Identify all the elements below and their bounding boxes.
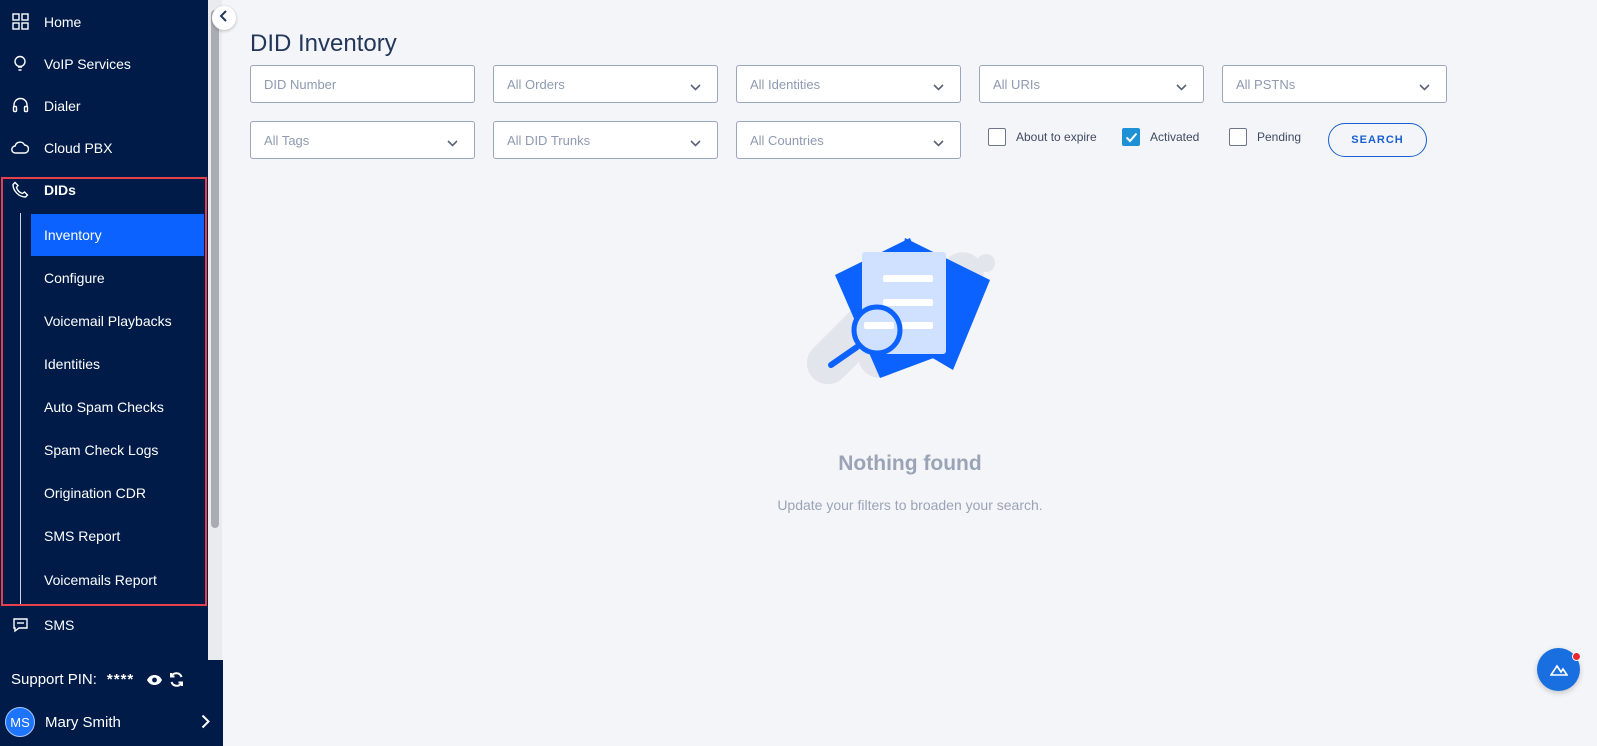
checkbox-box[interactable] bbox=[1229, 128, 1247, 146]
checkbox-box[interactable] bbox=[988, 128, 1006, 146]
chevron-down-icon bbox=[933, 79, 944, 94]
nav-item-dialer[interactable]: Dialer bbox=[0, 84, 208, 127]
chevron-down-icon bbox=[690, 135, 701, 150]
bulb-icon bbox=[11, 55, 29, 73]
did-number-field[interactable] bbox=[250, 65, 475, 103]
checkbox-label: Pending bbox=[1257, 130, 1302, 144]
chevron-right-icon bbox=[201, 714, 210, 734]
avatar: MS bbox=[5, 707, 35, 737]
eye-icon[interactable] bbox=[146, 674, 163, 686]
sidebar-item-voicemail-playbacks[interactable]: Voicemail Playbacks bbox=[31, 300, 204, 342]
page-title: DID Inventory bbox=[250, 30, 397, 57]
sidebar-item-sms-report[interactable]: SMS Report bbox=[31, 515, 204, 557]
chevron-down-icon bbox=[1176, 79, 1187, 94]
identities-select[interactable]: All Identities bbox=[736, 65, 961, 103]
tags-select[interactable]: All Tags bbox=[250, 121, 475, 159]
nav-item-label: VoIP Services bbox=[44, 55, 131, 72]
orders-select[interactable]: All Orders bbox=[493, 65, 718, 103]
nav-item-voip-services[interactable]: VoIP Services bbox=[0, 42, 208, 85]
chevron-left-icon bbox=[219, 9, 229, 27]
checkbox-label: About to expire bbox=[1016, 130, 1097, 144]
refresh-icon[interactable] bbox=[169, 672, 184, 687]
sidebar-item-inventory[interactable]: Inventory bbox=[31, 214, 204, 256]
did-trunks-select[interactable]: All DID Trunks bbox=[493, 121, 718, 159]
support-pin-label: Support PIN: bbox=[11, 671, 97, 688]
chevron-down-icon bbox=[933, 135, 944, 150]
pstns-select[interactable]: All PSTNs bbox=[1222, 65, 1447, 103]
sidebar-scrollbar-thumb[interactable] bbox=[211, 10, 219, 528]
countries-select[interactable]: All Countries bbox=[736, 121, 961, 159]
support-pin-row: Support PIN: **** bbox=[11, 671, 184, 688]
about-to-expire-checkbox[interactable]: About to expire bbox=[988, 128, 1097, 146]
sidebar-item-label: Auto Spam Checks bbox=[44, 399, 164, 415]
tags-select-value: All Tags bbox=[264, 132, 310, 148]
uris-select[interactable]: All URIs bbox=[979, 65, 1204, 103]
nav-item-home[interactable]: Home bbox=[0, 0, 208, 43]
uris-select-value: All URIs bbox=[993, 76, 1040, 92]
empty-state-title: Nothing found bbox=[838, 452, 982, 475]
user-name: Mary Smith bbox=[45, 713, 121, 731]
support-panel: Support PIN: **** MS Mary Smith bbox=[0, 660, 223, 746]
chevron-down-icon bbox=[690, 79, 701, 94]
did-trunks-select-value: All DID Trunks bbox=[507, 132, 591, 148]
chat-icon bbox=[11, 616, 29, 634]
notification-dot bbox=[1572, 652, 1581, 661]
nav-item-sms[interactable]: SMS bbox=[0, 603, 208, 646]
sidebar-item-configure[interactable]: Configure bbox=[31, 257, 204, 299]
headset-icon bbox=[11, 97, 29, 115]
did-number-input[interactable] bbox=[264, 76, 444, 92]
check-icon bbox=[1125, 132, 1138, 143]
sidebar-item-label: Inventory bbox=[44, 227, 102, 243]
support-pin-value: **** bbox=[106, 671, 135, 688]
submenu-line bbox=[20, 213, 21, 606]
sidebar-item-identities[interactable]: Identities bbox=[31, 343, 204, 385]
sidebar: Home VoIP Services Dialer Cloud PBX DIDs… bbox=[0, 0, 208, 746]
nav-item-dids[interactable]: DIDs bbox=[0, 168, 208, 211]
sidebar-item-label: Voicemail Playbacks bbox=[44, 313, 172, 329]
collapse-sidebar-button[interactable] bbox=[212, 6, 236, 30]
chevron-down-icon bbox=[1419, 79, 1430, 94]
sidebar-item-label: Voicemails Report bbox=[44, 572, 157, 588]
nav-item-label: DIDs bbox=[44, 181, 76, 198]
empty-state-subtitle: Update your filters to broaden your sear… bbox=[777, 497, 1043, 513]
sidebar-item-auto-spam-checks[interactable]: Auto Spam Checks bbox=[31, 386, 204, 428]
countries-select-value: All Countries bbox=[750, 132, 824, 148]
cloud-phone-icon bbox=[11, 139, 29, 157]
pstns-select-value: All PSTNs bbox=[1236, 76, 1296, 92]
nav-item-label: Cloud PBX bbox=[44, 139, 113, 156]
search-button[interactable]: SEARCH bbox=[1328, 123, 1427, 157]
sidebar-item-label: Configure bbox=[44, 270, 105, 286]
orders-select-value: All Orders bbox=[507, 76, 565, 92]
checkbox-label: Activated bbox=[1150, 130, 1200, 144]
identities-select-value: All Identities bbox=[750, 76, 821, 92]
nav-item-label: Dialer bbox=[44, 97, 81, 114]
sidebar-item-voicemails-report[interactable]: Voicemails Report bbox=[31, 559, 204, 601]
activated-checkbox[interactable]: Activated bbox=[1122, 128, 1199, 146]
chat-launcher-icon bbox=[1549, 664, 1568, 676]
pending-checkbox[interactable]: Pending bbox=[1229, 128, 1301, 146]
sidebar-item-label: Identities bbox=[44, 356, 101, 372]
nav-item-cloud-pbx[interactable]: Cloud PBX bbox=[0, 126, 208, 169]
empty-state-illustration bbox=[805, 210, 1015, 400]
user-menu[interactable]: MS Mary Smith bbox=[5, 707, 218, 737]
checkbox-box[interactable] bbox=[1122, 128, 1140, 146]
sidebar-item-label: SMS Report bbox=[44, 528, 121, 544]
nav-item-label: SMS bbox=[44, 616, 75, 633]
nav-item-label: Home bbox=[44, 13, 82, 30]
grid-icon bbox=[11, 13, 29, 31]
chevron-down-icon bbox=[447, 135, 458, 150]
phone-icon bbox=[11, 181, 29, 199]
